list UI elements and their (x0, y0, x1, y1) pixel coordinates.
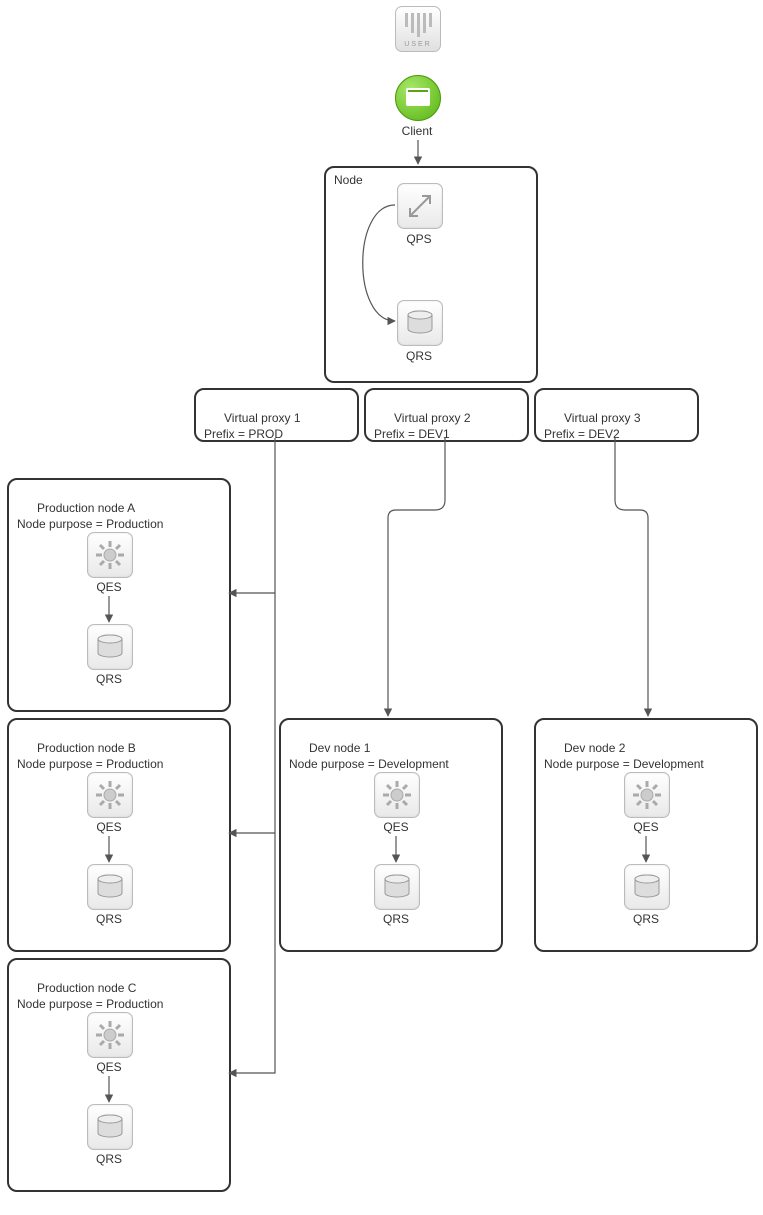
prod-c-qes-label: QES (79, 1060, 139, 1074)
diagram-canvas: USER Client Node QPS QRS Virtual proxy 1… (0, 0, 763, 1215)
qps-label: QPS (389, 232, 449, 246)
dev-1-qrs-label: QRS (366, 912, 426, 926)
prod-c-qrs-label: QRS (79, 1152, 139, 1166)
prod-b-qes-label: QES (79, 820, 139, 834)
client-label: Client (387, 124, 447, 138)
prod-a-qrs-label: QRS (79, 672, 139, 686)
user-label: USER (404, 41, 431, 48)
dev-2-qrs-icon (624, 864, 670, 910)
prod-b-qrs-icon (87, 864, 133, 910)
dev-1-qes-icon (374, 772, 420, 818)
qrs-node-icon (397, 300, 443, 346)
vproxy-1-box: Virtual proxy 1Prefix = PROD (194, 388, 359, 442)
prod-b-qes-icon (87, 772, 133, 818)
prod-a-qes-label: QES (79, 580, 139, 594)
node-title: Node (334, 172, 363, 188)
vproxy-2-title: Virtual proxy 2Prefix = DEV1 (374, 394, 471, 458)
qrs-node-label: QRS (389, 349, 449, 363)
prod-b-qrs-label: QRS (79, 912, 139, 926)
vproxy-2-box: Virtual proxy 2Prefix = DEV1 (364, 388, 529, 442)
dev-1-qes-label: QES (366, 820, 426, 834)
qps-icon (397, 183, 443, 229)
vproxy-1-title: Virtual proxy 1Prefix = PROD (204, 394, 301, 458)
prod-c-qrs-icon (87, 1104, 133, 1150)
dev-node-1-title: Dev node 1Node purpose = Development (289, 724, 449, 788)
prod-a-qrs-icon (87, 624, 133, 670)
dev-1-qrs-icon (374, 864, 420, 910)
prod-c-qes-icon (87, 1012, 133, 1058)
dev-2-qes-icon (624, 772, 670, 818)
user-icon: USER (395, 6, 441, 52)
vproxy-3-title: Virtual proxy 3Prefix = DEV2 (544, 394, 641, 458)
vproxy-3-box: Virtual proxy 3Prefix = DEV2 (534, 388, 699, 442)
prod-a-qes-icon (87, 532, 133, 578)
dev-2-qrs-label: QRS (616, 912, 676, 926)
dev-2-qes-label: QES (616, 820, 676, 834)
client-icon (395, 75, 441, 121)
